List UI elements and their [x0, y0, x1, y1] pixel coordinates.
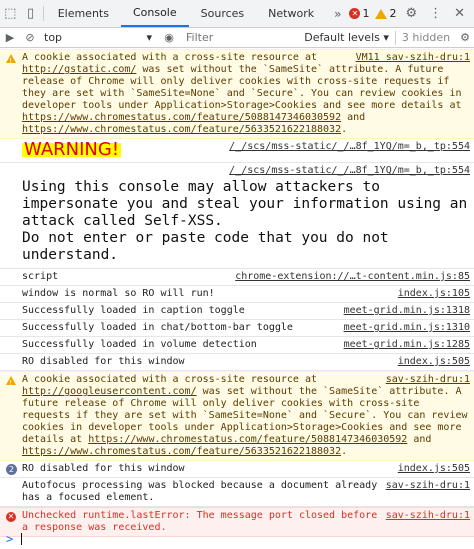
hidden-messages-count: 3 hidden	[394, 30, 456, 45]
console-log-message: chrome-extension://…t-content.min.js:85 …	[0, 269, 474, 286]
console-settings-gear-icon[interactable]: ⚙	[456, 31, 474, 44]
warning-count: 2	[389, 7, 397, 20]
tab-bar-right: ✕ 1 2 ⚙ ⋮ ✕	[349, 0, 474, 27]
message-link[interactable]: https://www.chromestatus.com/feature/563…	[22, 124, 341, 135]
message-source-link[interactable]: meet-grid.min.js:1318	[344, 305, 470, 317]
message-source-link[interactable]: chrome-extension://…t-content.min.js:85	[235, 271, 470, 283]
message-source-link[interactable]: VM11 sav-szih-dru:1	[355, 52, 470, 64]
repeat-count-badge: 2	[6, 464, 17, 475]
message-link[interactable]: https://www.chromestatus.com/feature/508…	[22, 112, 341, 123]
message-source-link[interactable]: sav-szih-dru:1	[385, 374, 470, 386]
clear-console-icon[interactable]: ⊘	[20, 31, 40, 44]
error-count-badge[interactable]: ✕ 1	[349, 7, 369, 20]
warning-icon	[6, 376, 16, 389]
console-messages: VM11 sav-szih-dru:1 A cookie associated …	[0, 49, 474, 549]
message-source-link[interactable]: meet-grid.min.js:1310	[344, 322, 470, 334]
devtools-tab-bar: ⬚ ▯ Elements Console Sources Network » ✕…	[0, 0, 474, 28]
more-options-icon[interactable]: ⋮	[426, 6, 445, 21]
console-log-message: meet-grid.min.js:1310 Successfully loade…	[0, 320, 474, 337]
message-source-link[interactable]: meet-grid.min.js:1285	[344, 339, 470, 351]
console-log-message: index.js:505 RO disabled for this window	[0, 354, 474, 371]
console-warning-message: sav-szih-dru:1 A cookie associated with …	[0, 371, 474, 461]
text-cursor	[21, 533, 23, 545]
message-link[interactable]: https://www.chromestatus.com/feature/563…	[22, 446, 341, 457]
live-expression-eye-icon[interactable]: ◉	[158, 31, 180, 44]
console-prompt[interactable]: >	[0, 529, 474, 549]
device-toolbar-icon[interactable]: ▯	[20, 0, 40, 27]
log-levels-dropdown[interactable]: Default levels ▾	[298, 31, 395, 44]
console-log-message: /_/scs/mss-static/_/…8f_1YQ/m=_b,_tp:554…	[0, 139, 474, 163]
tab-elements[interactable]: Elements	[46, 0, 121, 27]
context-selector[interactable]: top ▾	[40, 31, 158, 44]
message-source-link[interactable]: index.js:505	[398, 463, 470, 475]
console-log-message: meet-grid.min.js:1318 Successfully loade…	[0, 303, 474, 320]
message-link[interactable]: https://www.chromestatus.com/feature/508…	[88, 434, 407, 445]
console-log-message: index.js:105 window is normal so RO will…	[0, 286, 474, 303]
error-count: 1	[362, 7, 370, 20]
self-xss-warning-text: Using this console may allow attackers t…	[22, 179, 468, 263]
message-source-link[interactable]: sav-szih-dru:1	[386, 480, 470, 492]
console-log-message: sav-szih-dru:1 Autofocus processing was …	[0, 478, 474, 507]
inspect-element-icon[interactable]: ⬚	[0, 0, 20, 27]
tab-sources[interactable]: Sources	[189, 0, 257, 27]
console-log-message: meet-grid.min.js:1285 Successfully loade…	[0, 337, 474, 354]
message-source-link[interactable]: /_/scs/mss-static/_/…8f_1YQ/m=_b,_tp:554	[229, 141, 470, 153]
show-sidebar-icon[interactable]: ▶	[0, 31, 20, 44]
message-source-link[interactable]: index.js:505	[398, 356, 470, 368]
styled-warning-text: WARNING!	[22, 139, 122, 160]
message-source-link[interactable]: /_/scs/mss-static/_/…8f_1YQ/m=_b,_tp:554	[229, 165, 470, 177]
message-link[interactable]: http://gstatic.com/	[22, 64, 136, 75]
error-icon: ✕	[349, 8, 361, 19]
prompt-chevron-icon: >	[6, 532, 14, 546]
console-log-message: /_/scs/mss-static/_/…8f_1YQ/m=_b,_tp:554…	[0, 163, 474, 269]
console-log-message: 2 index.js:505 RO disabled for this wind…	[0, 461, 474, 478]
message-source-link[interactable]: sav-szih-dru:1	[385, 510, 470, 522]
warning-icon	[6, 54, 16, 67]
message-link[interactable]: http://googleusercontent.com/	[22, 386, 197, 397]
toolbar-divider	[42, 6, 44, 21]
context-selector-label: top	[44, 31, 63, 44]
message-source-link[interactable]: index.js:105	[398, 288, 470, 300]
warning-count-badge[interactable]: 2	[375, 7, 396, 20]
more-tabs-button[interactable]: »	[326, 0, 349, 27]
tab-console[interactable]: Console	[120, 0, 189, 27]
chevron-down-icon: ▾	[146, 31, 152, 44]
warning-icon	[375, 8, 388, 19]
tab-network[interactable]: Network	[256, 0, 326, 27]
close-devtools-icon[interactable]: ✕	[451, 6, 468, 21]
console-filter-bar: ▶ ⊘ top ▾ ◉ Default levels ▾ 3 hidden ⚙	[0, 28, 474, 48]
filter-input[interactable]	[180, 31, 266, 44]
settings-gear-icon[interactable]: ⚙	[402, 6, 420, 21]
console-warning-message: VM11 sav-szih-dru:1 A cookie associated …	[0, 49, 474, 139]
error-icon: ✕	[6, 512, 16, 522]
